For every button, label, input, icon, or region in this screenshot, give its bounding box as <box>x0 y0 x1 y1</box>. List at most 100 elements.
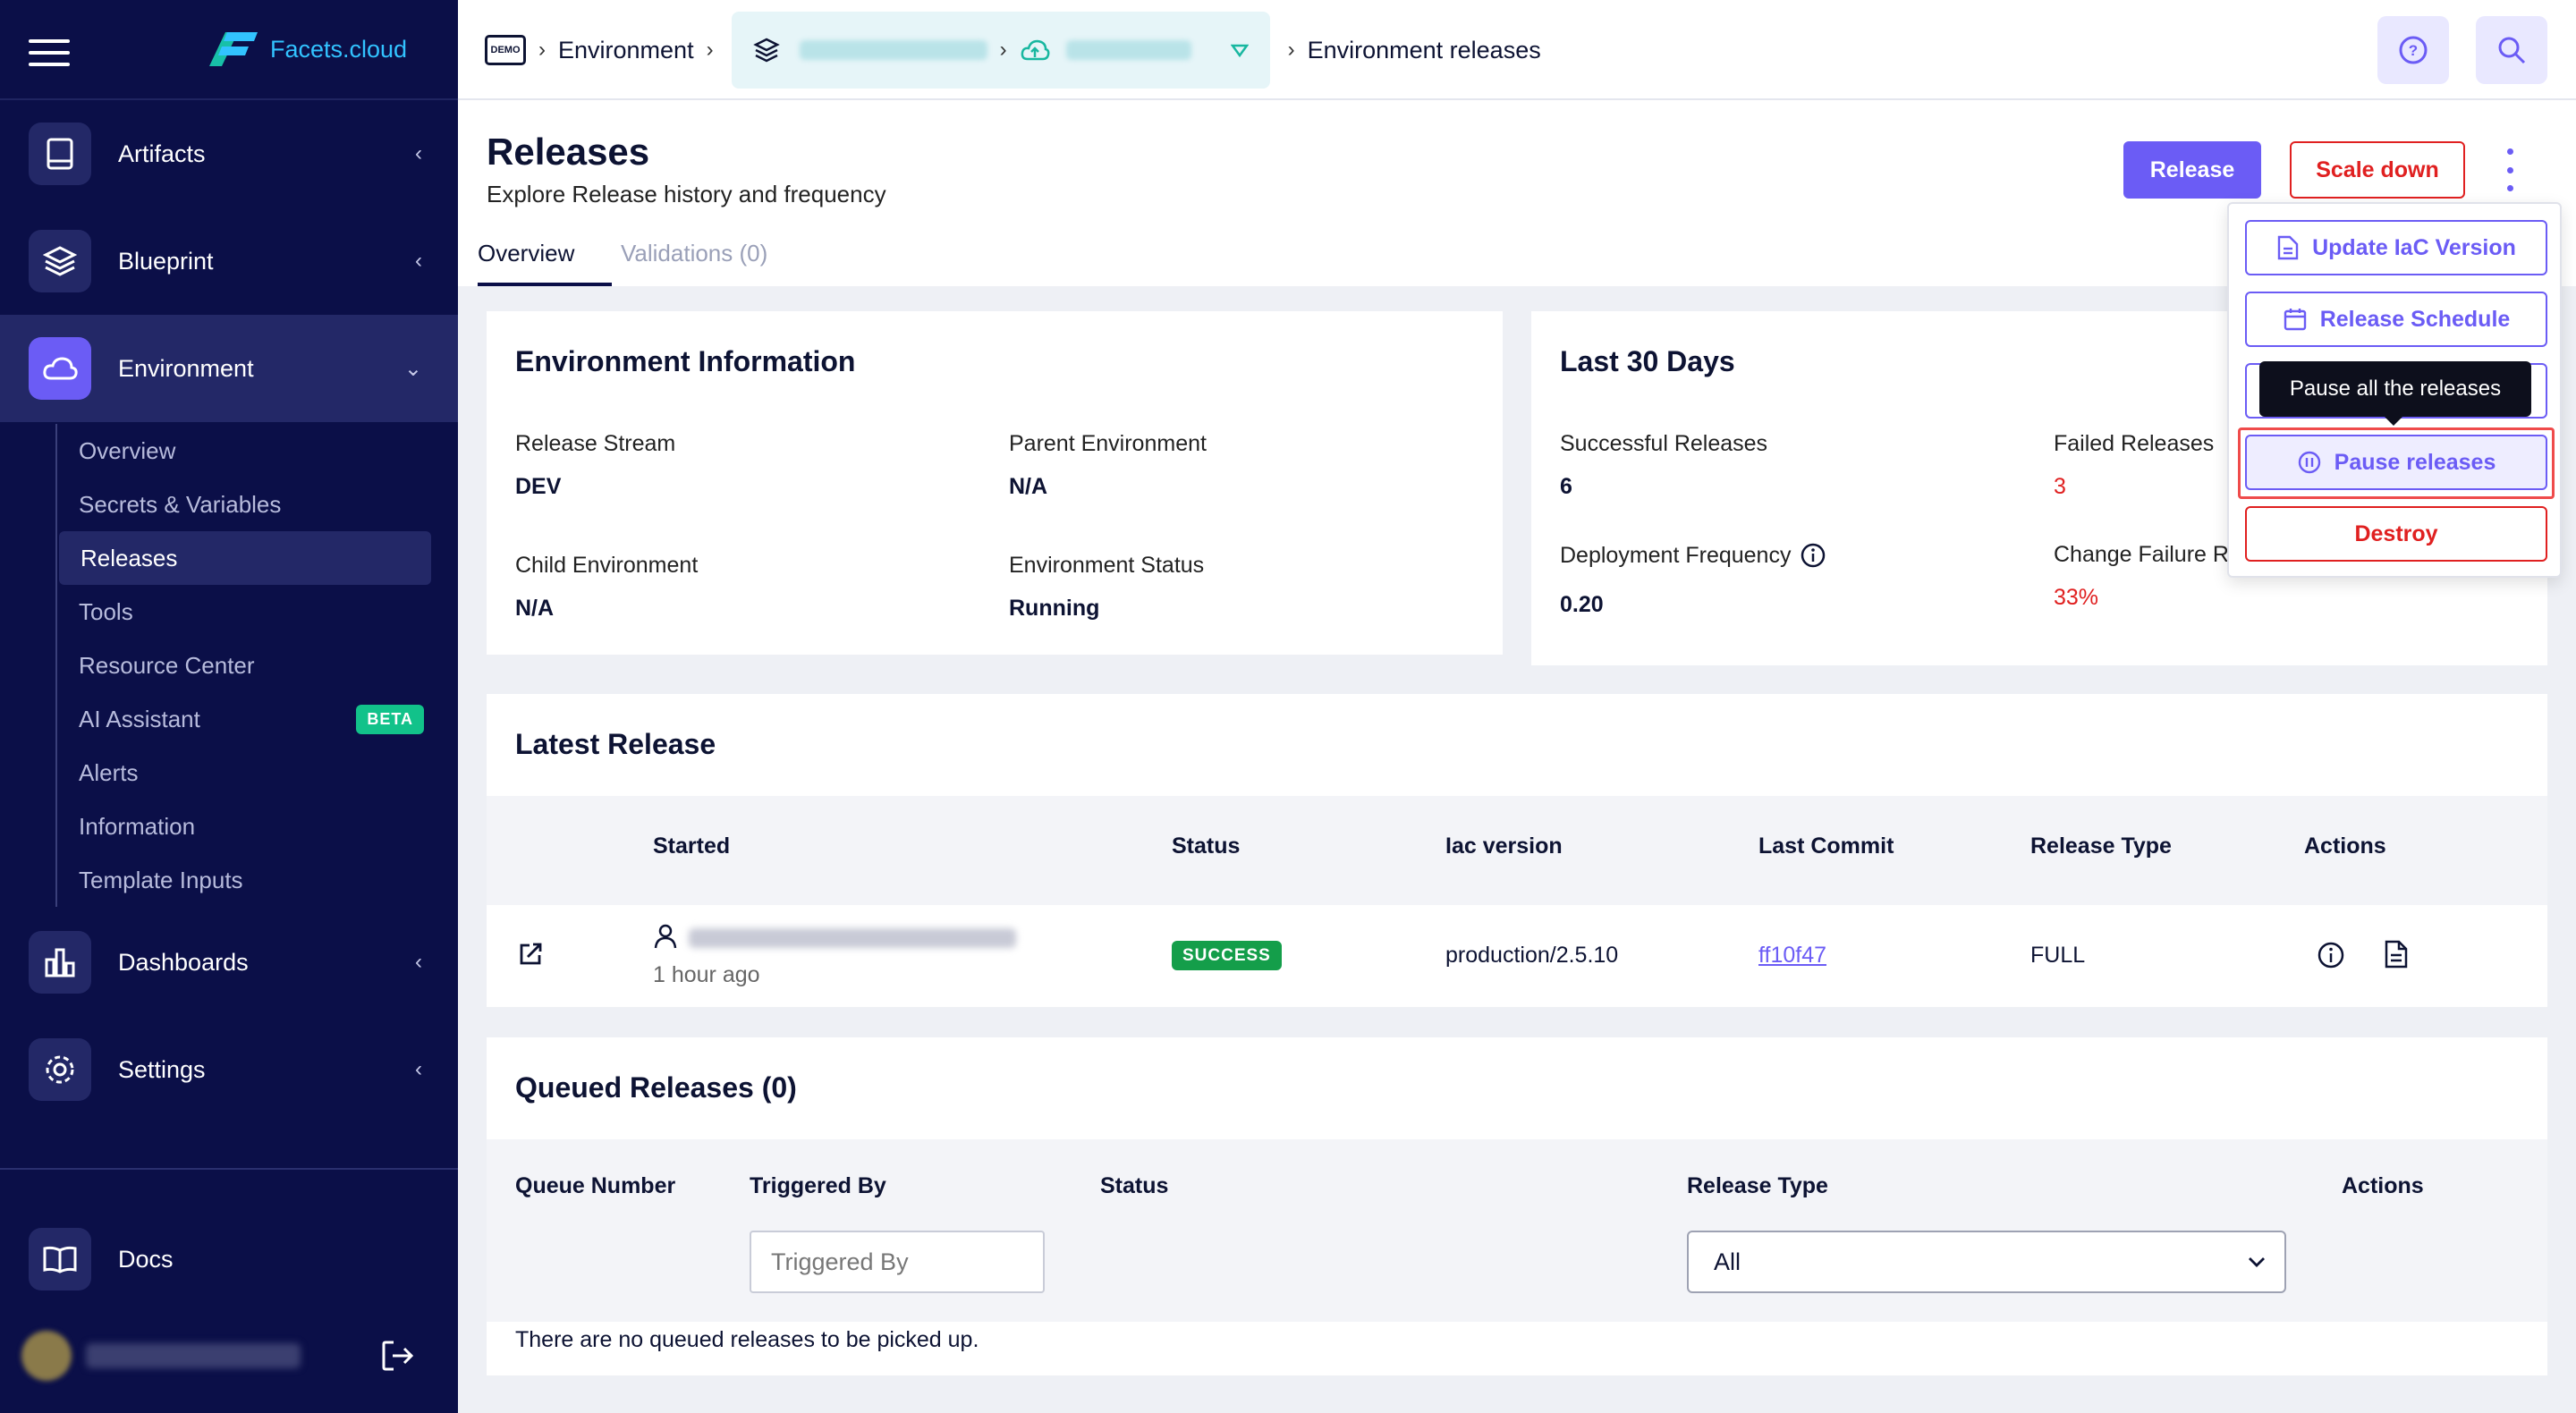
sidebar-item-dashboards[interactable]: Dashboards ‹ <box>0 909 458 1016</box>
card-title: Last 30 Days <box>1560 345 1735 377</box>
subnav-label: Overview <box>79 436 176 464</box>
subnav-label: Releases <box>80 544 178 571</box>
dropdown-item-label: Pause releases <box>2334 449 2496 475</box>
sidebar-item-settings[interactable]: Settings ‹ <box>0 1016 458 1123</box>
tab-label: Overview <box>478 240 575 267</box>
column-header-iac-version: Iac version <box>1445 833 1563 859</box>
successful-releases-label: Successful Releases <box>1560 431 1768 456</box>
sidebar-item-docs[interactable]: Docs <box>0 1206 458 1313</box>
subnav-item-resource-center[interactable]: Resource Center <box>57 639 431 692</box>
deployment-frequency-value: 0.20 <box>1560 592 1604 617</box>
sidebar-divider <box>0 1168 458 1170</box>
scale-down-button[interactable]: Scale down <box>2290 141 2465 199</box>
card-title: Queued Releases (0) <box>515 1071 797 1104</box>
subnav-item-overview[interactable]: Overview <box>57 424 431 478</box>
hamburger-menu-icon[interactable] <box>29 39 70 66</box>
crumb-environment[interactable]: Environment <box>558 37 694 64</box>
failed-releases-value: 3 <box>2054 474 2066 499</box>
search-icon <box>2498 37 2526 64</box>
child-environment-label: Child Environment <box>515 553 699 578</box>
empty-queue-message: There are no queued releases to be picke… <box>515 1327 979 1352</box>
subnav-label: Resource Center <box>79 651 255 679</box>
user-profile[interactable] <box>21 1320 436 1392</box>
search-button[interactable] <box>2476 16 2547 84</box>
help-button[interactable]: ? <box>2377 16 2449 84</box>
update-iac-version-button[interactable]: Update IaC Version <box>2245 220 2547 275</box>
started-time: 1 hour ago <box>653 962 760 987</box>
successful-releases-value: 6 <box>1560 474 1572 499</box>
svg-text:?: ? <box>2409 42 2418 59</box>
info-icon[interactable] <box>2317 941 2345 969</box>
triggered-by-filter-input[interactable]: Triggered By <box>750 1231 1045 1293</box>
subnav-item-template-inputs[interactable]: Template Inputs <box>57 853 431 907</box>
pause-releases-button[interactable]: Pause releases <box>2245 435 2547 490</box>
user-name-blurred <box>86 1343 301 1368</box>
beta-badge: BETA <box>356 704 424 734</box>
crumb-current-page: Environment releases <box>1307 36 1541 63</box>
sidebar-item-label: Docs <box>118 1245 174 1273</box>
parent-environment-label: Parent Environment <box>1009 431 1207 456</box>
cloud-icon <box>29 337 91 400</box>
column-header-actions: Actions <box>2342 1173 2424 1198</box>
tab-validations[interactable]: Validations (0) <box>621 234 767 286</box>
environment-name-blurred <box>1065 40 1191 60</box>
logout-icon[interactable] <box>381 1340 415 1372</box>
subnav-item-information[interactable]: Information <box>57 800 431 853</box>
subnav-item-releases[interactable]: Releases <box>59 531 431 585</box>
subnav-item-alerts[interactable]: Alerts <box>57 746 431 800</box>
column-header-actions: Actions <box>2304 833 2386 859</box>
avatar <box>21 1331 72 1381</box>
last-commit-link[interactable]: ff10f47 <box>1758 943 1826 969</box>
info-icon[interactable] <box>1800 542 1826 569</box>
subnav-label: Tools <box>79 597 133 625</box>
more-options-icon[interactable] <box>2501 148 2519 191</box>
child-environment-value: N/A <box>515 596 555 621</box>
destroy-button[interactable]: Destroy <box>2245 506 2547 562</box>
release-type-filter-select[interactable]: All <box>1687 1231 2286 1293</box>
sidebar-item-environment[interactable]: Environment ⌄ <box>0 315 458 422</box>
release-schedule-button[interactable]: Release Schedule <box>2245 292 2547 347</box>
deployment-frequency-label: Deployment Frequency <box>1560 542 1792 568</box>
subnav-item-secrets-variables[interactable]: Secrets & Variables <box>57 478 431 531</box>
sidebar-item-label: Settings <box>118 1055 206 1083</box>
release-type-value: FULL <box>2030 943 2086 968</box>
environment-selector[interactable]: › <box>731 12 1270 89</box>
sidebar-item-artifacts[interactable]: Artifacts ‹ <box>0 100 458 207</box>
card-title: Environment Information <box>515 345 856 377</box>
subnav-item-ai-assistant[interactable]: AI Assistant BETA <box>57 692 431 746</box>
chevron-right-icon: › <box>999 38 1007 62</box>
sidebar-item-label: Dashboards <box>118 948 249 976</box>
triggered-by-user-blurred <box>689 928 1016 948</box>
calendar-icon <box>2284 309 2306 331</box>
chevron-left-icon: ‹ <box>415 141 422 165</box>
release-button[interactable]: Release <box>2123 141 2261 199</box>
change-failure-rate-value: 33% <box>2054 585 2099 610</box>
subnav-item-tools[interactable]: Tools <box>57 585 431 639</box>
external-link-icon[interactable] <box>517 941 544 968</box>
chevron-right-icon: › <box>706 38 714 62</box>
change-failure-rate-label: Change Failure R <box>2054 542 2229 567</box>
sidebar-item-label: Environment <box>118 354 254 382</box>
subnav-label: AI Assistant <box>79 705 200 732</box>
column-header-last-commit: Last Commit <box>1758 833 1894 859</box>
demo-badge-icon: DEMO <box>485 35 526 65</box>
tab-label: Validations (0) <box>621 240 768 267</box>
sidebar-item-label: Blueprint <box>118 247 214 275</box>
demo-badge-text: DEMO <box>490 45 521 55</box>
table-header: Started Status Iac version Last Commit R… <box>487 796 2547 905</box>
open-book-icon <box>29 1228 91 1290</box>
column-header-release-type: Release Type <box>2030 833 2172 859</box>
chevron-down-icon: ⌄ <box>403 356 422 381</box>
chevron-left-icon: ‹ <box>415 1057 422 1081</box>
column-header-triggered-by: Triggered By <box>750 1173 886 1198</box>
table-header: Queue Number Triggered By Status Release… <box>487 1139 2547 1322</box>
chevron-right-icon: › <box>1287 38 1295 62</box>
document-icon[interactable] <box>2383 939 2410 969</box>
page-title: Releases <box>487 131 650 173</box>
column-header-status: Status <box>1100 1173 1169 1198</box>
sidebar-item-blueprint[interactable]: Blueprint ‹ <box>0 207 458 315</box>
tab-overview[interactable]: Overview <box>478 234 612 286</box>
tooltip-arrow <box>2383 415 2404 426</box>
logo[interactable]: Facets.cloud <box>202 30 407 68</box>
card-title: Latest Release <box>515 728 716 760</box>
